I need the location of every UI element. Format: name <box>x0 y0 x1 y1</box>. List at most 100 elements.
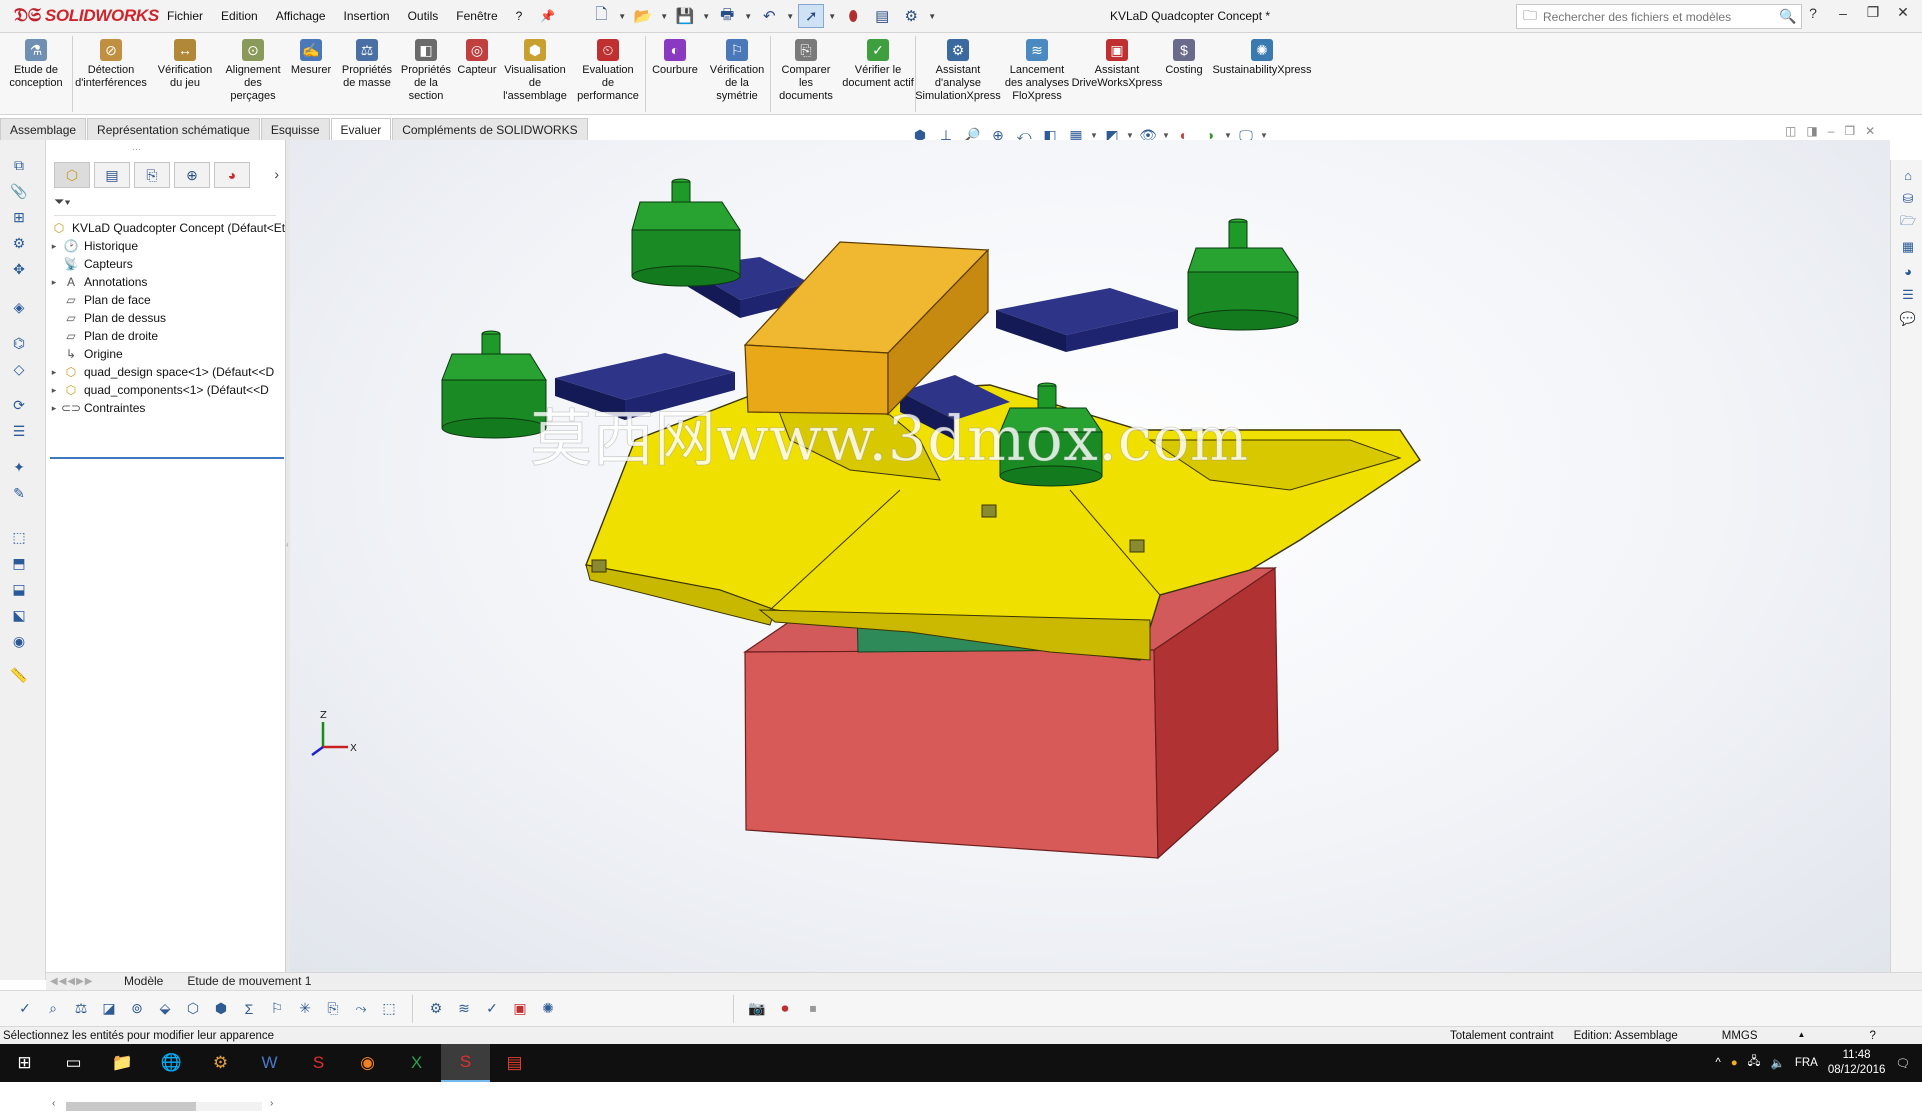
flow-small-icon[interactable]: ≋ <box>451 996 477 1022</box>
options-gear-icon[interactable]: ⚙ <box>898 4 924 28</box>
splitter-handle-icon[interactable]: ‹ <box>286 540 289 549</box>
unit-menu-icon[interactable]: ▲ <box>1768 1030 1816 1042</box>
propertymanager-tab-icon[interactable]: ▤ <box>94 162 130 188</box>
spell-check-icon[interactable]: ✓ <box>12 996 38 1022</box>
tree-item-quad_design[interactable]: ▸ ⬡ quad_design space<1> (Défaut<<D <box>46 362 286 382</box>
ribbon-command-design-study[interactable]: ⚗ Etude de conception <box>0 33 72 115</box>
stop-record-icon[interactable]: ⏹ <box>800 996 826 1022</box>
start-windows-icon[interactable]: ⊞ <box>0 1044 49 1082</box>
tree-rollback-bar[interactable] <box>50 457 284 459</box>
ruler-icon[interactable]: 📏 <box>7 664 31 686</box>
model-tab-navigation-icon[interactable]: ◀◀◀▶▶ <box>46 976 112 987</box>
expand-tabs-chevron-icon[interactable]: › <box>274 166 279 182</box>
tree-item-origine[interactable]: ↳ Origine <box>46 344 286 364</box>
task-view-icon[interactable]: ▭ <box>49 1044 98 1082</box>
featuremanager-tree-tab-icon[interactable]: ⬡ <box>54 162 90 188</box>
expand-arrow-icon[interactable]: ▸ <box>46 403 62 414</box>
insert-components-icon[interactable]: ⧉ <box>7 154 31 176</box>
show-hidden-components-icon[interactable]: ◈ <box>7 296 31 318</box>
ribbon-command-costing[interactable]: $ Costing <box>1160 33 1208 115</box>
clock[interactable]: 11:48 08/12/2016 <box>1828 1048 1886 1078</box>
expand-arrow-icon[interactable]: ▸ <box>46 277 62 288</box>
tab-esquisse[interactable]: Esquisse <box>260 118 330 140</box>
symmetry-small-icon[interactable]: ⚐ <box>264 996 290 1022</box>
ribbon-command-measure[interactable]: ✍ Mesurer <box>285 33 337 115</box>
scroll-left-icon[interactable]: ‹ <box>52 1098 55 1109</box>
select-dropdown-icon[interactable]: ▼ <box>827 4 837 28</box>
compare-small-icon[interactable]: ⎘ <box>320 996 346 1022</box>
ribbon-command-hole-alignment[interactable]: ⊙ Alignement des perçages <box>221 33 285 115</box>
bill-of-materials-icon[interactable]: ☰ <box>7 420 31 442</box>
ribbon-command-curvature[interactable]: ◐ Courbure <box>646 33 704 115</box>
save-dropdown-icon[interactable]: ▼ <box>701 4 711 28</box>
solidworks-active-icon[interactable]: S <box>441 1044 490 1082</box>
viewport-close-icon[interactable]: ✕ <box>1865 124 1875 138</box>
tree-root-assembly[interactable]: ⬡ KVLaD Quadcopter Concept (Défaut<Et <box>46 218 286 238</box>
sensor-small-icon[interactable]: ⊚ <box>124 996 150 1022</box>
update-speedpak-icon[interactable]: ⬒ <box>7 552 31 574</box>
expand-arrow-icon[interactable]: ▸ <box>46 241 62 252</box>
ribbon-command-clearance-verification[interactable]: ↔ Vérification du jeu <box>149 33 221 115</box>
tree-item-annotations[interactable]: ▸ A Annotations <box>46 272 286 292</box>
tree-item-plan[interactable]: ▱ Plan de dessus <box>46 308 286 328</box>
check-icon[interactable]: ⬡ <box>180 996 206 1022</box>
panel-grip-icon[interactable]: ⋯ <box>132 144 141 155</box>
statistics-icon[interactable]: ⬙ <box>152 996 178 1022</box>
simulation-small-icon[interactable]: ⚙ <box>423 996 449 1022</box>
mate-icon[interactable]: 📎 <box>7 180 31 202</box>
acrobat-icon[interactable]: ▤ <box>490 1044 539 1082</box>
motor-back-left[interactable] <box>631 178 741 287</box>
ribbon-command-symmetry-check[interactable]: ⚐ Vérification de la symétrie <box>704 33 770 115</box>
print-icon[interactable]: 🖶 <box>714 4 740 28</box>
camera-icon[interactable]: 📷 <box>744 996 770 1022</box>
menu-outils[interactable]: Outils <box>399 9 448 23</box>
open-icon[interactable]: 📂 <box>630 4 656 28</box>
save-icon[interactable]: 💾 <box>672 4 698 28</box>
ribbon-command-floxpress[interactable]: ≋ Lancement des analyses FloXpress <box>1000 33 1074 115</box>
search-scope-icon[interactable]: 🗀 <box>1523 5 1537 29</box>
file-explorer-taskbar-icon[interactable]: 📁 <box>98 1044 147 1082</box>
section-properties-small-icon[interactable]: ◪ <box>96 996 122 1022</box>
menu-fenetre[interactable]: Fenêtre <box>447 9 506 23</box>
thickness-analysis-icon[interactable]: ⬚ <box>376 996 402 1022</box>
tray-app-icon[interactable]: ● <box>1731 1057 1738 1069</box>
ribbon-command-section-properties[interactable]: ◧ Propriétés de la section <box>397 33 455 115</box>
firefox-icon[interactable]: ◉ <box>343 1044 392 1082</box>
new-dropdown-icon[interactable]: ▼ <box>617 4 627 28</box>
tree-filter-icon[interactable]: ⏷▾ <box>54 194 276 216</box>
new-motion-study-icon[interactable]: ⟳ <box>7 394 31 416</box>
appearances-scenes-icon[interactable]: ◕ <box>1897 260 1919 282</box>
close-icon[interactable]: ✕ <box>1890 4 1916 21</box>
configurationmanager-tab-icon[interactable]: ⎘ <box>134 162 170 188</box>
solidworks-logo[interactable]: 𝔇𝔖 SOLIDWORKS <box>0 0 159 33</box>
geometry-analysis-icon[interactable]: ⬢ <box>208 996 234 1022</box>
viewport-minimize-icon[interactable]: – <box>1828 124 1835 138</box>
file-explorer-icon[interactable]: 🗁 <box>1897 212 1919 234</box>
tab-motion-study[interactable]: Etude de mouvement 1 <box>175 973 323 990</box>
displaymanager-tab-icon[interactable]: ◕ <box>214 162 250 188</box>
status-customize-icon[interactable]: ? <box>1815 1030 1885 1042</box>
expand-arrow-icon[interactable]: ▸ <box>46 367 62 378</box>
ribbon-command-assembly-visualization[interactable]: ⬢ Visualisation de l'assemblage <box>499 33 571 115</box>
viewport-restore-icon[interactable]: ❐ <box>1844 124 1855 138</box>
sustainability-small-icon[interactable]: ✺ <box>535 996 561 1022</box>
assembly-model-render[interactable]: 莫西网www.3dmox.com Z X <box>290 140 1890 972</box>
linear-pattern-icon[interactable]: ⊞ <box>7 206 31 228</box>
driveworks-small-icon[interactable]: ▣ <box>507 996 533 1022</box>
motor-back-right[interactable] <box>1187 218 1299 331</box>
tree-item-plan[interactable]: ▱ Plan de face <box>46 290 286 310</box>
pad-back-right[interactable] <box>996 288 1178 352</box>
tree-item-quad_components[interactable]: ▸ ⬡ quad_components<1> (Défaut<<D <box>46 380 286 400</box>
tree-item-contraintes[interactable]: ▸ ⊂⊃ Contraintes <box>46 398 286 418</box>
restore-icon[interactable]: ❐ <box>1860 4 1886 21</box>
sum-icon[interactable]: Σ <box>236 996 262 1022</box>
record-icon[interactable]: ⏺ <box>772 996 798 1022</box>
take-snapshot-icon[interactable]: ⬓ <box>7 578 31 600</box>
ribbon-command-sustainabilityxpress[interactable]: ✺ SustainabilityXpress <box>1208 33 1316 115</box>
exploded-view-icon[interactable]: ✦ <box>7 456 31 478</box>
new-document-icon[interactable]: 🗋 <box>588 4 614 28</box>
tree-item-capteurs[interactable]: 📡 Capteurs <box>46 254 286 274</box>
move-component-icon[interactable]: ✥ <box>7 258 31 280</box>
import-diagnostics-icon[interactable]: ✳ <box>292 996 318 1022</box>
tab-repr-sentation-sch-matique[interactable]: Représentation schématique <box>87 118 260 140</box>
